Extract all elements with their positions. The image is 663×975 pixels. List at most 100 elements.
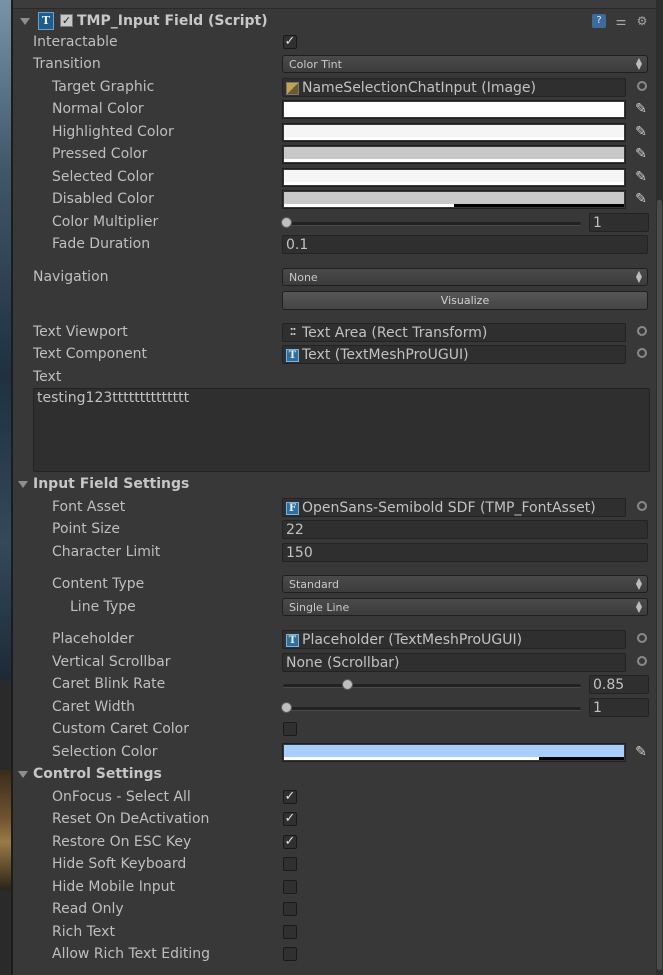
vertical-scrollbar-value: None (Scrollbar) bbox=[286, 655, 400, 671]
selection-color-row: Selection Color ✎ bbox=[13, 742, 656, 763]
restore-on-esc-key-checkbox[interactable]: ✓ bbox=[283, 835, 297, 849]
hide-mobile-input-label: Hide Mobile Input bbox=[52, 879, 175, 895]
read-only-checkbox[interactable] bbox=[283, 902, 297, 916]
alpha-bar bbox=[284, 114, 624, 117]
alpha-bar bbox=[284, 159, 624, 162]
control-setting-row: Restore On ESC Key ✓ bbox=[13, 832, 656, 853]
transition-dropdown[interactable]: Color Tint ▲ ▼ bbox=[282, 55, 648, 73]
hide-soft-keyboard-checkbox[interactable] bbox=[283, 857, 297, 871]
target-graphic-value: NameSelectionChatInput (Image) bbox=[302, 80, 537, 96]
caret-width-field[interactable]: 1 bbox=[589, 698, 649, 717]
line-type-dropdown[interactable]: Single Line ▲ ▼ bbox=[282, 598, 648, 616]
reset-on-deactivation-checkbox[interactable]: ✓ bbox=[283, 812, 297, 826]
color-multiplier-field[interactable]: 1 bbox=[589, 213, 649, 232]
text-component-label: Text Component bbox=[33, 346, 148, 362]
eyedropper-icon[interactable]: ✎ bbox=[633, 145, 649, 163]
input-field-settings-header[interactable]: Input Field Settings bbox=[13, 474, 656, 495]
text-viewport-row: Text Viewport ⁚⁚ Text Area (Rect Transfo… bbox=[13, 322, 656, 343]
settings-gear-icon[interactable]: ⚙ bbox=[635, 14, 649, 28]
object-picker-icon[interactable] bbox=[637, 656, 647, 666]
control-settings-header[interactable]: Control Settings bbox=[13, 764, 656, 785]
interactable-label: Interactable bbox=[33, 34, 118, 50]
color-multiplier-slider[interactable] bbox=[283, 222, 581, 226]
fade-duration-field[interactable]: 0.1 bbox=[282, 235, 648, 254]
object-picker-icon[interactable] bbox=[637, 326, 647, 336]
allow-rich-text-editing-checkbox[interactable] bbox=[283, 947, 297, 961]
selection-color-field[interactable] bbox=[282, 743, 626, 762]
selection-color-label: Selection Color bbox=[52, 744, 158, 760]
foldout-arrow-icon[interactable] bbox=[18, 481, 28, 488]
vertical-scrollbar-label: Vertical Scrollbar bbox=[52, 654, 171, 670]
eyedropper-icon[interactable]: ✎ bbox=[633, 123, 649, 141]
custom-caret-color-checkbox[interactable] bbox=[283, 722, 297, 736]
character-limit-field[interactable]: 150 bbox=[282, 543, 648, 562]
caret-width-slider-thumb[interactable] bbox=[281, 702, 292, 713]
fade-duration-value: 0.1 bbox=[286, 237, 309, 253]
hide-mobile-input-checkbox[interactable] bbox=[283, 880, 297, 894]
presets-icon[interactable]: ⚌ bbox=[614, 14, 628, 28]
visualize-button[interactable]: Visualize bbox=[282, 291, 648, 310]
fade-duration-label: Fade Duration bbox=[52, 236, 151, 252]
eyedropper-icon[interactable]: ✎ bbox=[633, 168, 649, 186]
eyedropper-icon[interactable]: ✎ bbox=[633, 743, 649, 761]
target-graphic-label: Target Graphic bbox=[52, 79, 155, 95]
eyedropper-icon[interactable]: ✎ bbox=[633, 190, 649, 208]
scene-view-edge bbox=[0, 0, 13, 975]
rich-text-checkbox[interactable] bbox=[283, 925, 297, 939]
color-multiplier-slider-thumb[interactable] bbox=[281, 217, 292, 228]
transition-label: Transition bbox=[33, 56, 101, 72]
normal-color-field[interactable] bbox=[282, 100, 626, 119]
pressed-color-field[interactable] bbox=[282, 145, 626, 164]
text-component-field[interactable]: T Text (TextMeshProUGUI) bbox=[282, 345, 626, 364]
font-asset-field[interactable]: F OpenSans-Semibold SDF (TMP_FontAsset) bbox=[282, 498, 626, 517]
control-setting-row: Rich Text bbox=[13, 922, 656, 943]
eyedropper-icon[interactable]: ✎ bbox=[633, 100, 649, 118]
inspector-scrollbar-thumb[interactable] bbox=[657, 200, 662, 970]
transition-row: Transition Color Tint ▲ ▼ bbox=[13, 54, 656, 75]
disabled-color-field[interactable] bbox=[282, 190, 626, 209]
component-enabled-checkbox[interactable]: ✓ bbox=[60, 14, 73, 27]
fade-duration-row: Fade Duration 0.1 bbox=[13, 234, 656, 255]
caret-blink-rate-slider[interactable] bbox=[283, 684, 581, 688]
textmeshpro-icon: T bbox=[286, 634, 299, 647]
content-type-dropdown[interactable]: Standard ▲ ▼ bbox=[282, 575, 648, 593]
font-asset-row: Font Asset F OpenSans-Semibold SDF (TMP_… bbox=[13, 497, 656, 518]
text-component-value: Text (TextMeshProUGUI) bbox=[302, 347, 469, 363]
caret-blink-rate-field[interactable]: 0.85 bbox=[589, 675, 649, 694]
font-asset-value: OpenSans-Semibold SDF (TMP_FontAsset) bbox=[302, 500, 596, 516]
content-type-value: Standard bbox=[289, 578, 340, 591]
alpha-bar bbox=[284, 137, 624, 140]
previous-component-edge bbox=[13, 0, 656, 9]
alpha-bar bbox=[284, 182, 624, 185]
foldout-arrow-icon[interactable] bbox=[20, 18, 30, 25]
onfocus-select-all-checkbox[interactable]: ✓ bbox=[283, 790, 297, 804]
interactable-checkbox[interactable]: ✓ bbox=[283, 35, 297, 49]
selected-color-field[interactable] bbox=[282, 168, 626, 187]
vertical-scrollbar-field[interactable]: None (Scrollbar) bbox=[282, 653, 626, 672]
object-picker-icon[interactable] bbox=[637, 348, 647, 358]
target-graphic-field[interactable]: NameSelectionChatInput (Image) bbox=[282, 78, 626, 97]
component-header[interactable]: T ✓ TMP_Input Field (Script) ? ⚌ ⚙ bbox=[13, 11, 656, 33]
textmeshpro-icon: T bbox=[286, 349, 299, 362]
text-area[interactable]: testing123tttttttttttttt bbox=[33, 388, 650, 472]
text-viewport-field[interactable]: ⁚⁚ Text Area (Rect Transform) bbox=[282, 323, 626, 342]
highlighted-color-field[interactable] bbox=[282, 123, 626, 142]
placeholder-label: Placeholder bbox=[52, 631, 134, 647]
custom-caret-color-label: Custom Caret Color bbox=[52, 721, 189, 737]
caret-width-slider[interactable] bbox=[283, 707, 581, 711]
selected-color-row: Selected Color ✎ bbox=[13, 167, 656, 188]
point-size-field[interactable]: 22 bbox=[282, 520, 648, 539]
content-type-label: Content Type bbox=[52, 576, 145, 592]
object-picker-icon[interactable] bbox=[637, 501, 647, 511]
text-viewport-label: Text Viewport bbox=[33, 324, 128, 340]
object-picker-icon[interactable] bbox=[637, 81, 647, 91]
placeholder-field[interactable]: T Placeholder (TextMeshProUGUI) bbox=[282, 630, 626, 649]
dropdown-arrows-icon: ▲ ▼ bbox=[635, 56, 642, 71]
navigation-dropdown[interactable]: None ▲ ▼ bbox=[282, 268, 648, 286]
help-icon[interactable]: ? bbox=[592, 14, 606, 28]
restore-on-esc-key-label: Restore On ESC Key bbox=[52, 834, 192, 850]
foldout-arrow-icon[interactable] bbox=[18, 771, 28, 778]
object-picker-icon[interactable] bbox=[637, 633, 647, 643]
caret-blink-rate-slider-thumb[interactable] bbox=[341, 679, 353, 690]
selected-color-label: Selected Color bbox=[52, 169, 154, 185]
